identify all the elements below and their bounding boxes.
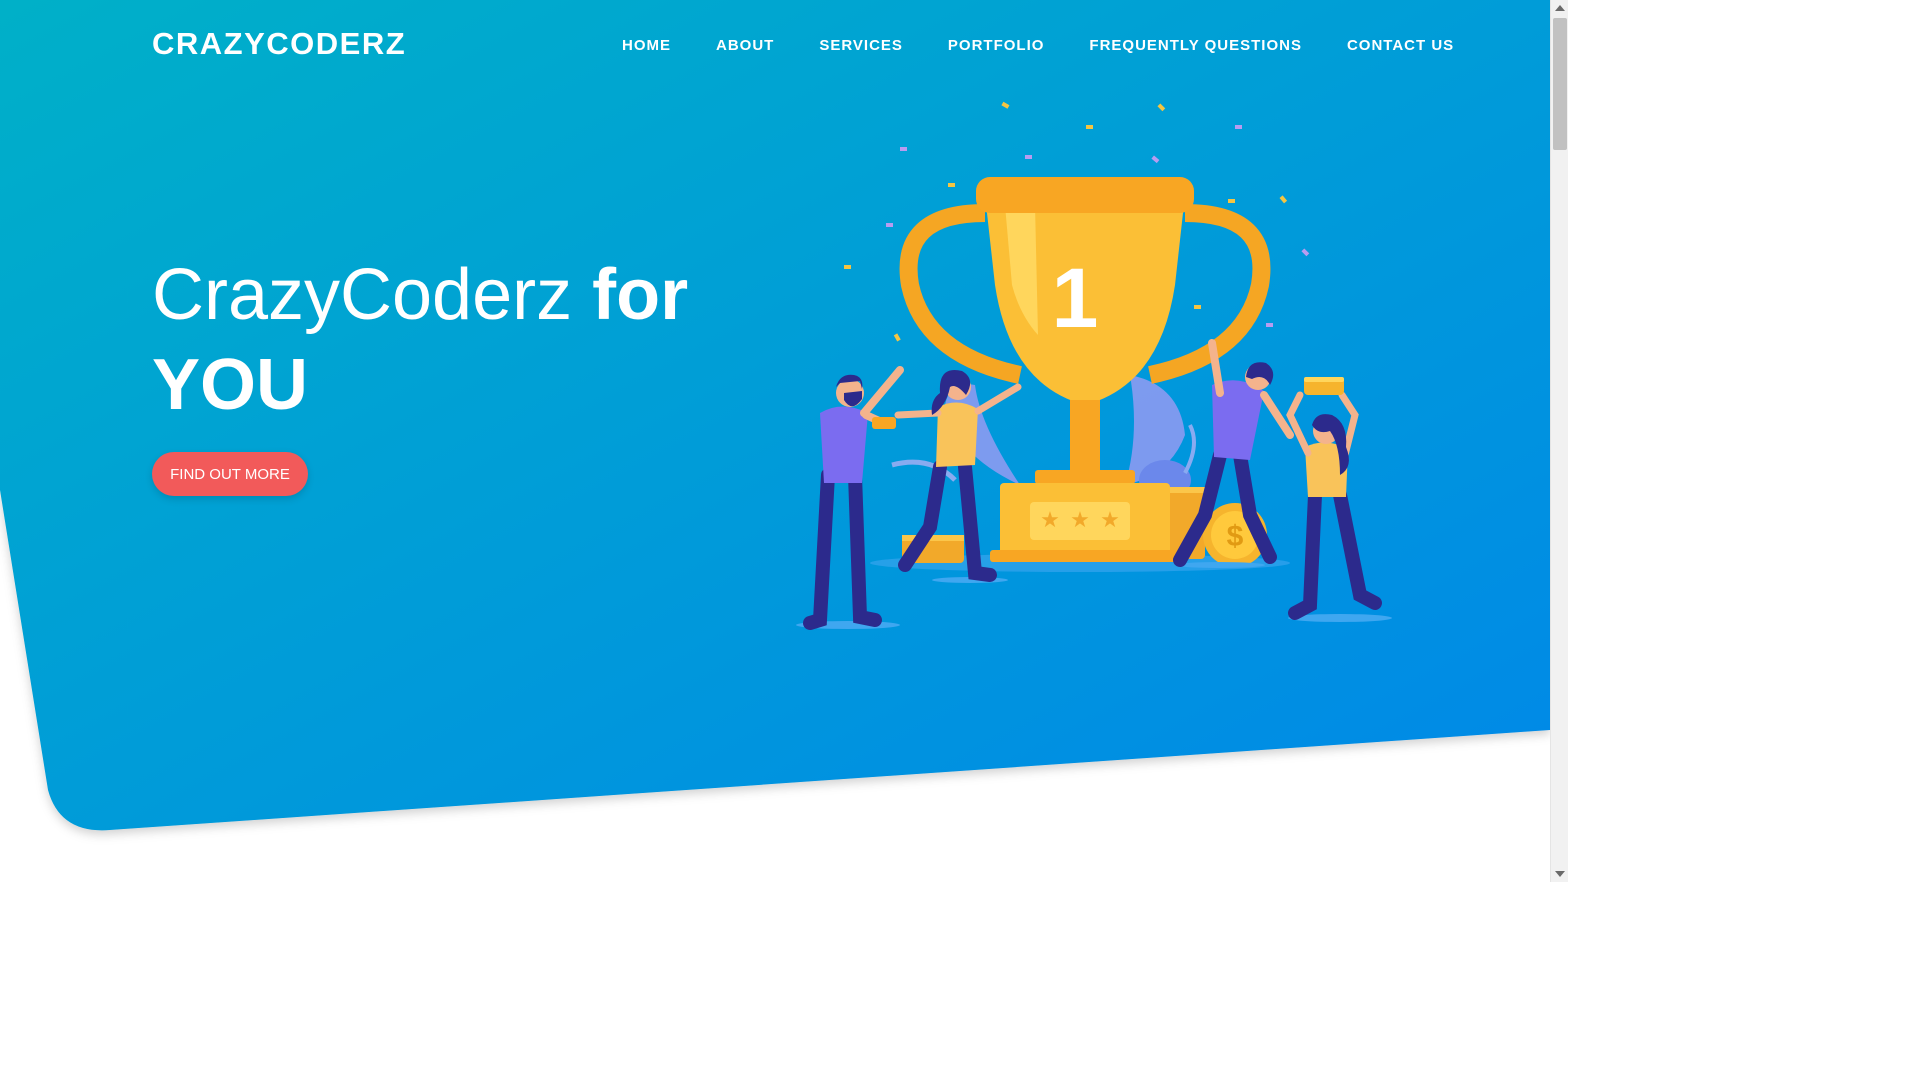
vertical-scrollbar[interactable] [1550, 0, 1568, 882]
nav-item-home[interactable]: HOME [622, 37, 671, 54]
svg-text:★: ★ [1070, 508, 1090, 533]
scroll-down-arrow-icon[interactable] [1555, 871, 1565, 877]
nav-item-about[interactable]: ABOUT [716, 37, 774, 54]
scroll-thumb[interactable] [1553, 18, 1567, 150]
hero-title-light: CrazyCoderz [152, 255, 573, 335]
trophy-number: 1 [1052, 251, 1099, 345]
hero-title-bold-for: for [592, 255, 689, 335]
svg-text:★: ★ [1100, 508, 1120, 533]
hero-title: CrazyCoderz for YOU [152, 250, 772, 430]
person-bearded [796, 366, 904, 630]
page: CRAZYCODERZ HOME ABOUT SERVICES PORTFOLI… [0, 0, 1550, 882]
hero-title-bold-you: YOU [152, 345, 309, 425]
scroll-up-arrow-icon[interactable] [1555, 5, 1565, 11]
nav-item-services[interactable]: SERVICES [819, 37, 903, 54]
nav-item-portfolio[interactable]: PORTFOLIO [948, 37, 1045, 54]
navbar: CRAZYCODERZ HOME ABOUT SERVICES PORTFOLI… [0, 0, 1550, 90]
person-holding-coins [1286, 377, 1392, 622]
brand-logo[interactable]: CRAZYCODERZ [152, 26, 406, 62]
find-out-more-button[interactable]: FIND OUT MORE [152, 452, 308, 496]
svg-text:★: ★ [1040, 508, 1060, 533]
nav-menu: HOME ABOUT SERVICES PORTFOLIO FREQUENTLY… [622, 37, 1454, 54]
trophy-illustration: $ ★ ★ ★ 1 [796, 101, 1392, 630]
nav-item-frequently-questions[interactable]: FREQUENTLY QUESTIONS [1089, 37, 1302, 54]
nav-item-contact-us[interactable]: CONTACT US [1347, 37, 1454, 54]
svg-text:$: $ [1227, 520, 1244, 553]
